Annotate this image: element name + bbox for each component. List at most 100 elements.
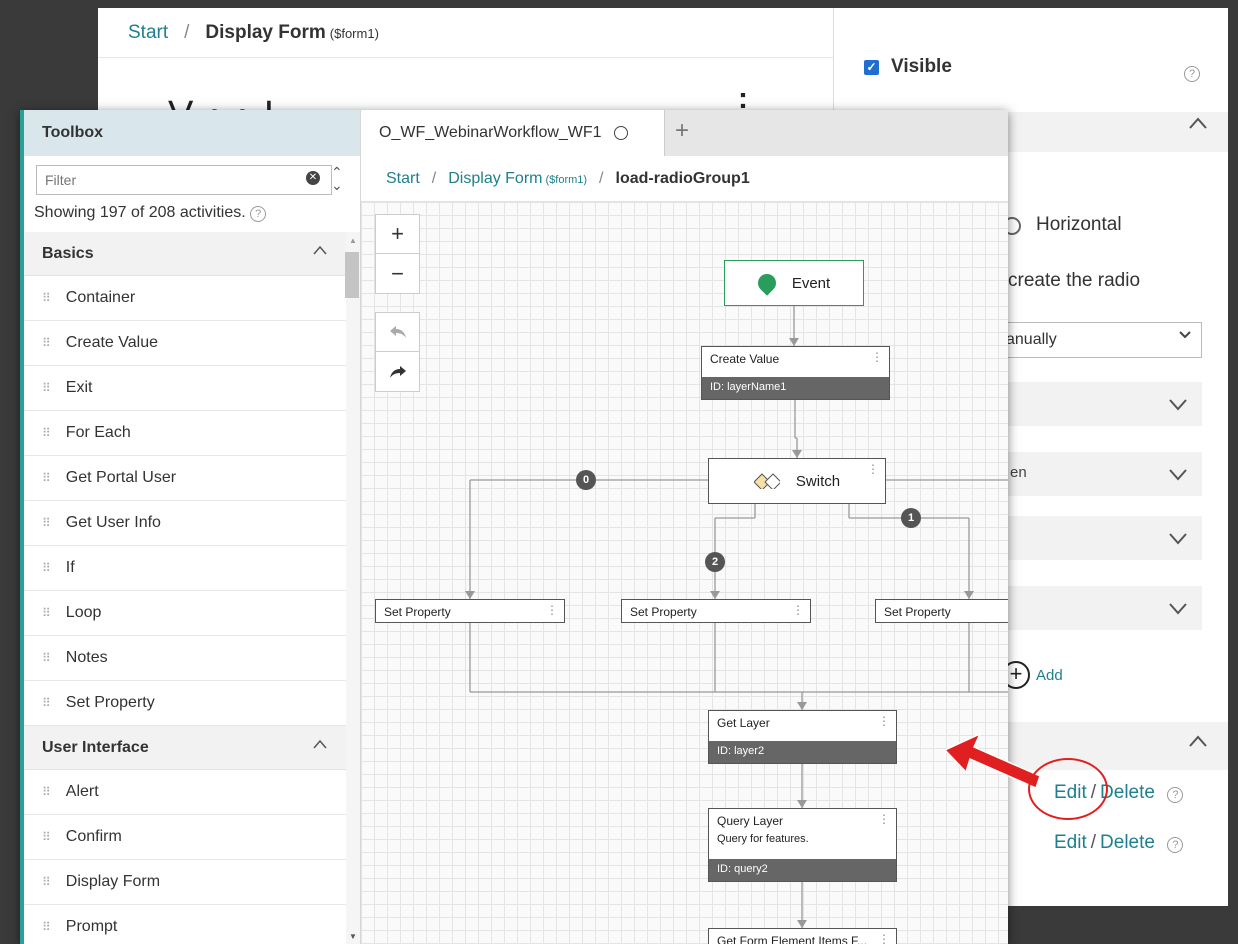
add-tab-icon[interactable]: + bbox=[675, 117, 689, 145]
chevron-down-icon[interactable] bbox=[1168, 602, 1188, 616]
kebab-menu-icon[interactable]: ⋮ bbox=[546, 603, 558, 617]
chevron-down-icon[interactable] bbox=[1168, 398, 1188, 412]
drag-handle-icon[interactable]: ⠿ bbox=[42, 291, 51, 305]
activity-item[interactable]: ⠿ If bbox=[24, 546, 346, 591]
drag-handle-icon[interactable]: ⠿ bbox=[42, 381, 51, 395]
breadcrumb-start-link[interactable]: Start bbox=[128, 22, 168, 44]
node-title: Set Property bbox=[384, 605, 451, 619]
activity-item[interactable]: ⠿ Confirm bbox=[24, 815, 346, 860]
workflow-designer-window: Toolbox ✕ ⌃⌄ Showing 197 of 208 activiti… bbox=[20, 110, 1008, 944]
activity-item[interactable]: ⠿ Exit bbox=[24, 366, 346, 411]
activity-list: Basics ⠿ Container ⠿ Create Value ⠿ Exit ⠿ F… bbox=[24, 232, 346, 944]
help-icon[interactable]: ? bbox=[250, 206, 267, 222]
activity-label: If bbox=[65, 559, 75, 576]
create-value-node[interactable]: Create Value ⋮ ID: layerName1 bbox=[701, 346, 890, 400]
event-node[interactable]: Event bbox=[724, 260, 864, 306]
category-user-interface[interactable]: User Interface bbox=[24, 726, 346, 770]
chevron-down-icon[interactable] bbox=[1168, 532, 1188, 546]
drag-handle-icon[interactable]: ⠿ bbox=[42, 696, 51, 710]
drag-handle-icon[interactable]: ⠿ bbox=[42, 561, 51, 575]
redo-icon bbox=[389, 365, 406, 378]
activity-label: Exit bbox=[65, 379, 93, 396]
kebab-menu-icon[interactable]: ⋮ bbox=[878, 714, 890, 728]
category-basics[interactable]: Basics bbox=[24, 232, 346, 276]
create-mode-select[interactable]: anually bbox=[995, 322, 1202, 358]
set-property-node[interactable]: Set Property ⋮ bbox=[375, 599, 565, 623]
chevron-down-icon[interactable] bbox=[1168, 468, 1188, 482]
drag-handle-icon[interactable]: ⠿ bbox=[42, 920, 51, 934]
zoom-in-button[interactable]: + bbox=[375, 214, 420, 254]
kebab-menu-icon[interactable]: ⋮ bbox=[867, 462, 879, 476]
help-icon[interactable]: ? bbox=[1184, 66, 1200, 82]
zoom-out-button[interactable]: − bbox=[375, 254, 420, 294]
breadcrumb-current: load-radioGroup1 bbox=[615, 169, 750, 187]
activity-item[interactable]: ⠿ Loop bbox=[24, 591, 346, 636]
chevron-up-icon[interactable] bbox=[312, 738, 328, 750]
kebab-menu-icon[interactable]: ⋮ bbox=[792, 603, 804, 617]
switch-node-label: Switch bbox=[795, 472, 841, 490]
breadcrumb-start-link[interactable]: Start bbox=[386, 170, 420, 188]
activity-item[interactable]: ⠿ Alert bbox=[24, 770, 346, 815]
tab-label: O_WF_WebinarWorkflow_WF1 bbox=[379, 124, 602, 141]
get-form-element-items-node[interactable]: Get Form Element Items F... ⋮ bbox=[708, 928, 897, 944]
section-partial-label: en bbox=[1010, 464, 1027, 481]
visible-checkbox[interactable]: ✓ bbox=[864, 59, 879, 75]
delete-link[interactable]: Delete bbox=[1100, 782, 1155, 803]
help-icon[interactable]: ? bbox=[1167, 837, 1184, 853]
activity-label: Container bbox=[65, 289, 136, 306]
breadcrumb-separator: / bbox=[431, 169, 437, 187]
activity-item[interactable]: ⠿ Display Form bbox=[24, 860, 346, 905]
drag-handle-icon[interactable]: ⠿ bbox=[42, 830, 51, 844]
breadcrumb-display-form-link[interactable]: Display Form ($form1) bbox=[448, 170, 587, 188]
scrollbar-thumb[interactable] bbox=[345, 252, 359, 298]
drag-handle-icon[interactable]: ⠿ bbox=[42, 606, 51, 620]
delete-link[interactable]: Delete bbox=[1100, 832, 1155, 853]
activity-item[interactable]: ⠿ Get Portal User bbox=[24, 456, 346, 501]
tab-status-icon[interactable] bbox=[613, 126, 628, 140]
get-layer-node[interactable]: Get Layer ⋮ ID: layer2 bbox=[708, 710, 897, 764]
activity-item[interactable]: ⠿ Set Property bbox=[24, 681, 346, 726]
chevron-up-icon[interactable] bbox=[1188, 116, 1208, 130]
chevron-up-icon[interactable] bbox=[1188, 734, 1208, 748]
filter-input[interactable] bbox=[36, 165, 332, 195]
node-id: ID: layerName1 bbox=[702, 377, 889, 399]
set-property-node[interactable]: Set Property bbox=[875, 599, 1008, 623]
activity-item[interactable]: ⠿ Notes bbox=[24, 636, 346, 681]
scroll-up-icon[interactable]: ▲ bbox=[349, 236, 357, 245]
kebab-menu-icon[interactable]: ⋮ bbox=[871, 350, 883, 364]
clear-filter-icon[interactable]: ✕ bbox=[306, 171, 320, 185]
undo-button[interactable] bbox=[375, 312, 420, 352]
kebab-menu-icon[interactable]: ⋮ bbox=[878, 932, 890, 944]
add-link[interactable]: Add bbox=[1036, 667, 1063, 684]
drag-handle-icon[interactable]: ⠿ bbox=[42, 336, 51, 350]
visible-checkbox-row[interactable]: ✓ Visible bbox=[864, 56, 952, 78]
drag-handle-icon[interactable]: ⠿ bbox=[42, 651, 51, 665]
kebab-menu-icon[interactable]: ⋮ bbox=[878, 812, 890, 826]
scroll-down-icon[interactable]: ▼ bbox=[349, 932, 357, 941]
tab-workflow[interactable]: O_WF_WebinarWorkflow_WF1 bbox=[361, 110, 665, 156]
redo-button[interactable] bbox=[375, 352, 420, 392]
activity-item[interactable]: ⠿ Container bbox=[24, 276, 346, 321]
drag-handle-icon[interactable]: ⠿ bbox=[42, 426, 51, 440]
activity-item[interactable]: ⠿ Get User Info bbox=[24, 501, 346, 546]
switch-node[interactable]: Switch ⋮ bbox=[708, 458, 886, 504]
drag-handle-icon[interactable]: ⠿ bbox=[42, 785, 51, 799]
activity-label: Loop bbox=[65, 604, 102, 621]
activity-item[interactable]: ⠿ Prompt bbox=[24, 905, 346, 944]
drag-handle-icon[interactable]: ⠿ bbox=[42, 875, 51, 889]
activity-item[interactable]: ⠿ For Each bbox=[24, 411, 346, 456]
scrollbar-track[interactable] bbox=[346, 232, 360, 944]
set-property-node[interactable]: Set Property ⋮ bbox=[621, 599, 811, 623]
edit-link[interactable]: Edit bbox=[1054, 832, 1087, 853]
chevron-up-icon[interactable] bbox=[312, 244, 328, 256]
help-icon[interactable]: ? bbox=[1167, 787, 1184, 803]
workflow-canvas[interactable]: + − Event Create Value ⋮ ID: layerName1 bbox=[361, 202, 1008, 944]
drag-handle-icon[interactable]: ⠿ bbox=[42, 471, 51, 485]
breadcrumb-current-label: Display Form bbox=[205, 21, 326, 43]
drag-handle-icon[interactable]: ⠿ bbox=[42, 516, 51, 530]
switch-icon bbox=[753, 473, 780, 489]
activity-item[interactable]: ⠿ Create Value bbox=[24, 321, 346, 366]
sort-icon[interactable]: ⌃ ⌄ bbox=[331, 165, 343, 192]
designer-breadcrumb: Start / Display Form ($form1) / load-radi… bbox=[361, 156, 1008, 202]
query-layer-node[interactable]: Query Layer Query for features. ⋮ ID: qu… bbox=[708, 808, 897, 882]
